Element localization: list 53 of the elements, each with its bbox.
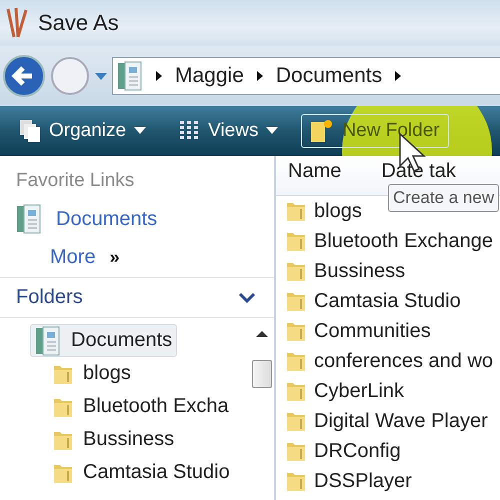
folder-tree-item[interactable]: Bluetooth Excha — [48, 390, 234, 423]
file-row[interactable]: Bussiness — [276, 256, 500, 286]
toolbar-button[interactable]: Organize — [10, 114, 156, 148]
file-row[interactable]: DSSPlayer — [276, 466, 500, 496]
window-title: Save As — [38, 10, 119, 36]
caret-icon — [266, 127, 278, 135]
folder-icon — [286, 440, 306, 462]
more-link[interactable]: More » — [16, 246, 274, 269]
tooltip: Create a new — [388, 184, 500, 212]
toolbar-button[interactable]: Views — [169, 114, 288, 148]
dropdown-arrow-icon[interactable] — [94, 71, 108, 81]
breadcrumb-arrow-icon[interactable] — [256, 70, 264, 82]
folder-icon — [286, 320, 306, 342]
library-icon — [35, 326, 61, 356]
folder-tree-item[interactable]: Bussiness — [48, 423, 180, 456]
column-header[interactable]: Name — [288, 160, 342, 183]
folder-tree-item[interactable]: blogs — [48, 357, 136, 390]
folder-icon — [286, 410, 306, 432]
address-bar[interactable]: Maggie Documents — [112, 57, 500, 95]
file-row[interactable]: Communities — [276, 316, 500, 346]
file-row[interactable]: DRConfig — [276, 436, 500, 466]
breadcrumb[interactable]: Maggie — [175, 64, 244, 88]
library-icon — [117, 61, 143, 91]
pages-icon — [19, 119, 41, 143]
file-row[interactable]: Bluetooth Exchange — [276, 226, 500, 256]
breadcrumb-arrow-icon[interactable] — [155, 70, 163, 82]
folder-icon — [286, 350, 306, 372]
file-row[interactable]: Camtasia Studio — [276, 286, 500, 316]
breadcrumb-arrow-icon[interactable] — [394, 70, 402, 82]
folder-icon — [286, 200, 306, 222]
folder-icon — [286, 260, 306, 282]
new-folder-icon — [310, 119, 334, 143]
paint-brushes-icon — [4, 7, 30, 39]
favorite-link[interactable]: Documents — [16, 204, 274, 234]
file-row[interactable]: CyberLink — [276, 376, 500, 406]
folder-tree-item[interactable]: Documents — [30, 324, 178, 357]
folder-icon — [286, 470, 306, 492]
chevron-icon[interactable] — [238, 292, 256, 304]
back-button[interactable] — [2, 54, 46, 98]
favorite-links-heading: Favorite Links — [16, 170, 136, 192]
folder-tree-item[interactable]: Camtasia Studio — [48, 456, 235, 489]
folder-icon — [286, 290, 306, 312]
breadcrumb[interactable]: Documents — [276, 64, 382, 88]
file-row[interactable]: Digital Wave Player — [276, 406, 500, 436]
folder-icon — [286, 380, 306, 402]
library-icon — [16, 204, 42, 234]
caret-icon — [134, 127, 146, 135]
file-row[interactable]: conferences and wo — [276, 346, 500, 376]
toolbar-button[interactable]: New Folder — [301, 114, 449, 148]
scroll-up-icon[interactable] — [256, 330, 268, 338]
folders-heading: Folders — [16, 286, 83, 309]
folder-icon — [286, 230, 306, 252]
scroll-thumb[interactable] — [252, 360, 272, 388]
